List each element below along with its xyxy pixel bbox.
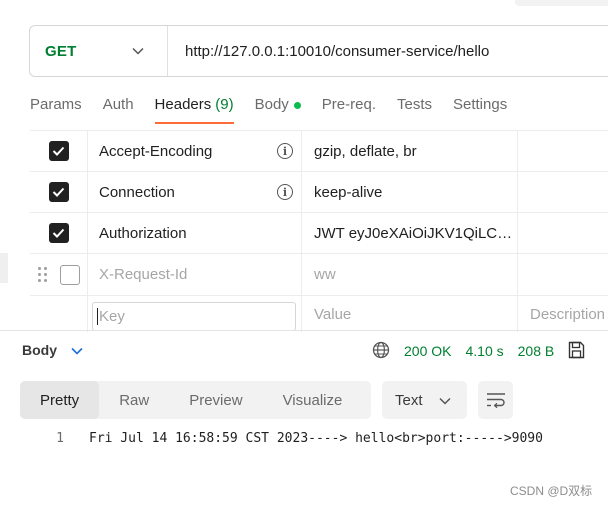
- header-key-text: Authorization: [99, 224, 187, 242]
- header-key-text: Connection: [99, 183, 175, 201]
- header-description[interactable]: [518, 172, 608, 212]
- view-tab-pretty[interactable]: Pretty: [20, 381, 100, 419]
- tab-params[interactable]: Params: [30, 90, 82, 122]
- check-icon: [52, 187, 65, 197]
- request-bar: GET http://127.0.0.1:10010/consumer-serv…: [29, 25, 608, 77]
- line-text: Fri Jul 14 16:58:59 CST 2023----> hello<…: [89, 430, 543, 446]
- header-description[interactable]: [518, 254, 608, 295]
- wrap-lines-button[interactable]: [478, 381, 513, 419]
- chevron-down-icon: [438, 392, 451, 409]
- tab-label: Params: [30, 96, 82, 113]
- response-divider[interactable]: [0, 330, 608, 331]
- tab-tests[interactable]: Tests: [397, 90, 432, 122]
- info-icon[interactable]: i: [277, 184, 293, 200]
- header-key[interactable]: Accept-Encoding i: [88, 131, 302, 171]
- row-checkbox-cell: [30, 131, 88, 171]
- tab-label: Auth: [102, 96, 134, 113]
- watermark: CSDN @D双标: [510, 484, 593, 498]
- top-strip: [515, 0, 608, 6]
- header-value[interactable]: gzip, deflate, br: [302, 131, 518, 171]
- row-checkbox-cell: [30, 213, 88, 253]
- chevron-down-icon: [131, 44, 145, 58]
- tab-label: Body: [254, 96, 289, 113]
- tab-label: Settings: [453, 96, 508, 113]
- row-checkbox[interactable]: [48, 223, 69, 243]
- value-input[interactable]: Value: [302, 296, 518, 332]
- check-icon: [52, 146, 65, 156]
- tab-settings[interactable]: Settings: [453, 90, 507, 122]
- table-row: Connection i keep-alive: [30, 172, 608, 213]
- response-size[interactable]: 208 B: [518, 343, 555, 359]
- header-value[interactable]: ww: [302, 254, 518, 295]
- response-title: Body: [22, 342, 57, 358]
- text-caret: [97, 308, 98, 325]
- row-checkbox-cell: [30, 172, 88, 212]
- method-label: GET: [45, 42, 77, 60]
- header-value[interactable]: keep-alive: [302, 172, 518, 212]
- table-row: Accept-Encoding i gzip, deflate, br: [30, 131, 608, 172]
- url-input[interactable]: http://127.0.0.1:10010/consumer-service/…: [168, 43, 489, 60]
- tab-pre-request[interactable]: Pre-req.: [322, 90, 376, 122]
- table-row: Authorization JWT eyJ0eXAiOiJKV1QiLC…: [30, 213, 608, 254]
- response-line[interactable]: 1 Fri Jul 14 16:58:59 CST 2023----> hell…: [0, 427, 608, 449]
- view-tab-visualize[interactable]: Visualize: [263, 381, 363, 419]
- header-key[interactable]: Authorization: [88, 213, 302, 253]
- header-key-text: Accept-Encoding: [99, 142, 213, 160]
- status-code[interactable]: 200 OK: [404, 343, 451, 359]
- key-placeholder: Key: [99, 308, 125, 325]
- info-icon[interactable]: i: [277, 143, 293, 159]
- tab-body[interactable]: Body: [255, 90, 301, 122]
- response-time[interactable]: 4.10 s: [465, 343, 503, 359]
- response-body-dropdown[interactable]: Body: [22, 342, 83, 358]
- response-view-tabs: Pretty Raw Preview Visualize: [20, 381, 371, 419]
- tab-headers[interactable]: Headers (9): [154, 90, 234, 124]
- tab-label: Tests: [396, 96, 432, 113]
- save-response-icon[interactable]: [568, 341, 585, 362]
- header-value[interactable]: JWT eyJ0eXAiOiJKV1QiLC…: [302, 213, 518, 253]
- line-number: 1: [56, 430, 64, 446]
- tab-label: Headers: [154, 96, 212, 113]
- format-select[interactable]: Text: [382, 381, 467, 419]
- side-handle: [0, 253, 8, 283]
- key-cell: Key: [88, 296, 302, 332]
- tab-auth[interactable]: Auth: [103, 90, 134, 122]
- check-icon: [52, 228, 65, 238]
- format-label: Text: [395, 391, 423, 409]
- view-tab-raw[interactable]: Raw: [99, 381, 169, 419]
- wrap-lines-icon: [486, 393, 505, 408]
- tab-label: Pre-req.: [321, 96, 376, 113]
- headers-table: Accept-Encoding i gzip, deflate, br Conn…: [30, 130, 608, 332]
- row-checkbox[interactable]: [48, 182, 69, 202]
- table-row: X-Request-Id ww: [30, 254, 608, 296]
- drag-handle-icon[interactable]: [38, 267, 50, 283]
- new-header-row: Key Value Description: [30, 296, 608, 332]
- header-key[interactable]: Connection i: [88, 172, 302, 212]
- header-description[interactable]: [518, 131, 608, 171]
- chevron-down-icon: [71, 342, 83, 358]
- request-tabs: Params Auth Headers (9) Body Pre-req. Tes…: [30, 90, 528, 126]
- view-tab-preview[interactable]: Preview: [169, 381, 262, 419]
- key-input[interactable]: Key: [92, 302, 296, 331]
- globe-icon[interactable]: [372, 341, 390, 362]
- tab-count-badge: (9): [215, 96, 234, 113]
- row-checkbox-cell: [30, 296, 88, 332]
- response-stats: 200 OK 4.10 s 208 B: [372, 340, 585, 362]
- row-checkbox[interactable]: [59, 264, 80, 285]
- method-select[interactable]: GET: [30, 26, 168, 76]
- description-input[interactable]: Description: [518, 296, 608, 332]
- header-key[interactable]: X-Request-Id: [88, 254, 302, 295]
- green-dot-icon: [293, 102, 301, 109]
- header-description[interactable]: [518, 213, 608, 253]
- row-checkbox[interactable]: [48, 141, 69, 161]
- row-checkbox-cell: [30, 254, 88, 295]
